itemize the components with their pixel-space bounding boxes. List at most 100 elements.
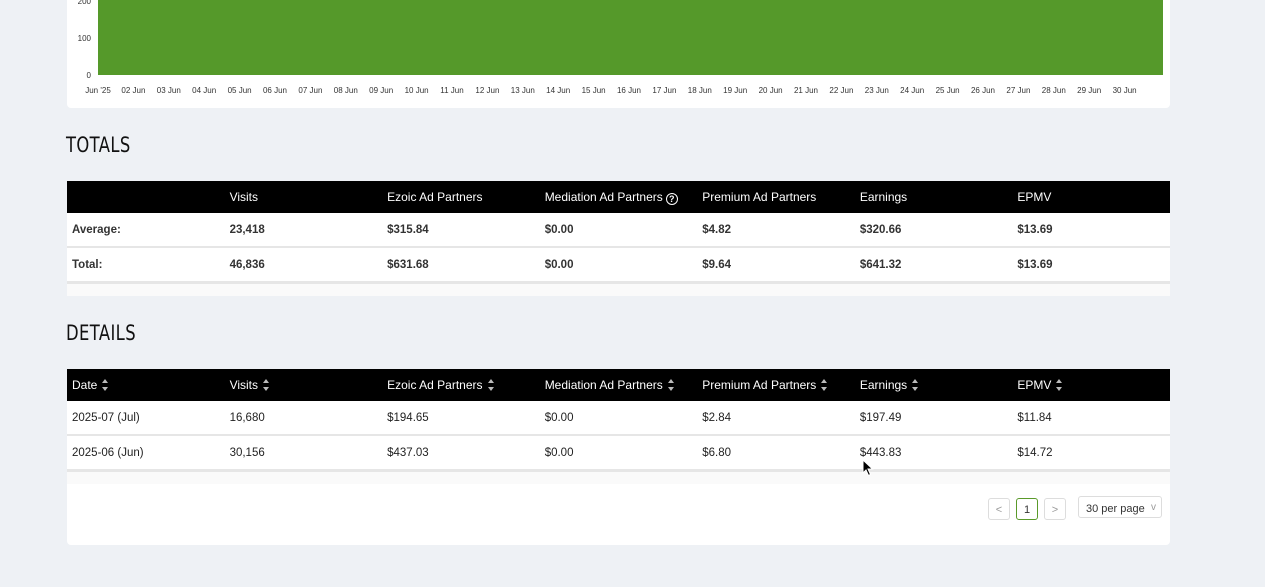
totals-header-epmv: EPMV <box>1012 181 1170 213</box>
x-tick-label: 23 Jun <box>865 86 889 95</box>
y-tick-label: 200 <box>78 0 92 6</box>
details-cell: 2025-07 (Jul) <box>67 401 225 436</box>
totals-cell: $0.00 <box>539 213 698 248</box>
x-tick-label: 12 Jun <box>475 86 499 95</box>
sort-icon[interactable] <box>667 379 675 391</box>
mouse-cursor-icon <box>862 459 874 477</box>
x-tick-label: 16 Jun <box>617 86 641 95</box>
totals-table-card: Visits Ezoic Ad Partners Mediation Ad Pa… <box>67 181 1170 296</box>
totals-header-ezoic: Ezoic Ad Partners <box>382 181 540 213</box>
x-tick-label: 07 Jun <box>298 86 322 95</box>
totals-cell: $320.66 <box>854 213 1013 248</box>
x-tick-label: 21 Jun <box>794 86 818 95</box>
prev-page-button[interactable]: < <box>988 498 1010 520</box>
details-cell: $0.00 <box>539 401 698 436</box>
details-cell: $443.83 <box>854 435 1013 471</box>
details-table: Date Visits Ezoic Ad Partners Mediation … <box>67 369 1170 471</box>
totals-cell: Average: <box>67 213 225 248</box>
totals-cell: 46,836 <box>224 247 383 283</box>
x-tick-label: 26 Jun <box>971 86 995 95</box>
x-tick-label: 08 Jun <box>334 86 358 95</box>
sort-header-visits[interactable]: Visits <box>224 369 383 401</box>
x-tick-label: 03 Jun <box>157 86 181 95</box>
sort-icon[interactable] <box>912 379 919 391</box>
x-tick-label: 18 Jun <box>688 86 712 95</box>
totals-footer <box>67 283 1170 296</box>
x-tick-label: 29 Jun <box>1077 86 1101 95</box>
details-cell: $2.84 <box>697 401 855 436</box>
details-cell: $11.84 <box>1012 401 1170 436</box>
sort-header-date[interactable]: Date <box>67 369 225 401</box>
details-cell: $6.80 <box>697 435 855 471</box>
details-cell: $194.65 <box>382 401 540 436</box>
totals-cell: $4.82 <box>697 213 855 248</box>
totals-table: Visits Ezoic Ad Partners Mediation Ad Pa… <box>67 181 1170 283</box>
totals-row-total: Total: 46,836 $631.68 $0.00 $9.64 $641.3… <box>67 247 1170 283</box>
chart-card: 200 100 0 Jun '25 02 Jun 03 Jun 04 Jun 05 Jun 06… <box>67 0 1170 108</box>
sort-header-mediation[interactable]: Mediation Ad Partners <box>539 369 698 401</box>
x-tick-label: 10 Jun <box>405 86 429 95</box>
earnings-area-chart: 200 100 0 Jun '25 02 Jun 03 Jun 04 Jun 05 Jun 06… <box>78 0 1163 95</box>
next-page-button[interactable]: > <box>1044 498 1066 520</box>
x-tick-label: 20 Jun <box>759 86 783 95</box>
x-tick-label: 13 Jun <box>511 86 535 95</box>
details-cell: $437.03 <box>382 435 540 471</box>
totals-cell: Total: <box>67 247 225 283</box>
totals-header-mediation: Mediation Ad Partners? <box>539 181 698 213</box>
totals-cell: 23,418 <box>224 213 383 248</box>
x-tick-label: 02 Jun <box>121 86 145 95</box>
sort-header-epmv[interactable]: EPMV <box>1012 369 1170 401</box>
area-series <box>98 0 1163 75</box>
totals-cell: $13.69 <box>1012 213 1170 248</box>
x-tick-label: 27 Jun <box>1006 86 1030 95</box>
help-circle-icon[interactable]: ? <box>665 192 678 205</box>
details-header-row: Date Visits Ezoic Ad Partners Mediation … <box>67 369 1170 401</box>
table-row: 2025-07 (Jul) 16,680 $194.65 $0.00 $2.84… <box>67 401 1170 436</box>
y-tick-label: 0 <box>87 71 92 80</box>
details-cell: 30,156 <box>224 435 383 471</box>
x-tick-label: 30 Jun <box>1113 86 1137 95</box>
sort-header-premium[interactable]: Premium Ad Partners <box>697 369 855 401</box>
details-cell: $197.49 <box>854 401 1013 436</box>
sort-icon[interactable] <box>1056 379 1063 391</box>
per-page-select[interactable]: 30 per page v <box>1078 496 1162 518</box>
sort-header-ezoic[interactable]: Ezoic Ad Partners <box>382 369 540 401</box>
totals-cell: $0.00 <box>539 247 698 283</box>
sort-icon[interactable] <box>487 379 495 391</box>
x-tick-label: Jun '25 <box>85 86 111 95</box>
x-tick-label: 24 Jun <box>900 86 924 95</box>
table-row: 2025-06 (Jun) 30,156 $437.03 $0.00 $6.80… <box>67 435 1170 471</box>
details-cell: $14.72 <box>1012 435 1170 471</box>
totals-header-row: Visits Ezoic Ad Partners Mediation Ad Pa… <box>67 181 1170 213</box>
totals-cell: $631.68 <box>382 247 540 283</box>
per-page-label: 30 per page <box>1086 503 1145 515</box>
sort-icon[interactable] <box>102 379 109 391</box>
x-tick-label: 04 Jun <box>192 86 216 95</box>
x-tick-label: 15 Jun <box>582 86 606 95</box>
x-tick-label: 28 Jun <box>1042 86 1066 95</box>
y-tick-label: 100 <box>78 34 92 43</box>
sort-header-earnings[interactable]: Earnings <box>854 369 1013 401</box>
x-tick-label: 19 Jun <box>723 86 747 95</box>
details-footer <box>67 471 1170 484</box>
details-title: DETAILS <box>66 321 136 345</box>
x-tick-label: 11 Jun <box>440 86 463 95</box>
x-tick-label: 05 Jun <box>228 86 252 95</box>
totals-header-premium: Premium Ad Partners <box>697 181 855 213</box>
sort-icon[interactable] <box>263 379 270 391</box>
details-cell: 2025-06 (Jun) <box>67 435 225 471</box>
x-tick-label: 25 Jun <box>936 86 960 95</box>
page-1-button[interactable]: 1 <box>1016 498 1038 520</box>
totals-header-visits: Visits <box>224 181 383 213</box>
details-table-card: Date Visits Ezoic Ad Partners Mediation … <box>67 369 1170 545</box>
x-tick-label: 22 Jun <box>829 86 853 95</box>
x-tick-label: 14 Jun <box>546 86 570 95</box>
totals-cell: $9.64 <box>697 247 855 283</box>
totals-cell: $13.69 <box>1012 247 1170 283</box>
x-tick-label: 17 Jun <box>652 86 676 95</box>
sort-icon[interactable] <box>821 379 828 391</box>
totals-cell: $315.84 <box>382 213 540 248</box>
details-cell: $0.00 <box>539 435 698 471</box>
totals-cell: $641.32 <box>854 247 1013 283</box>
x-tick-label: 09 Jun <box>369 86 393 95</box>
